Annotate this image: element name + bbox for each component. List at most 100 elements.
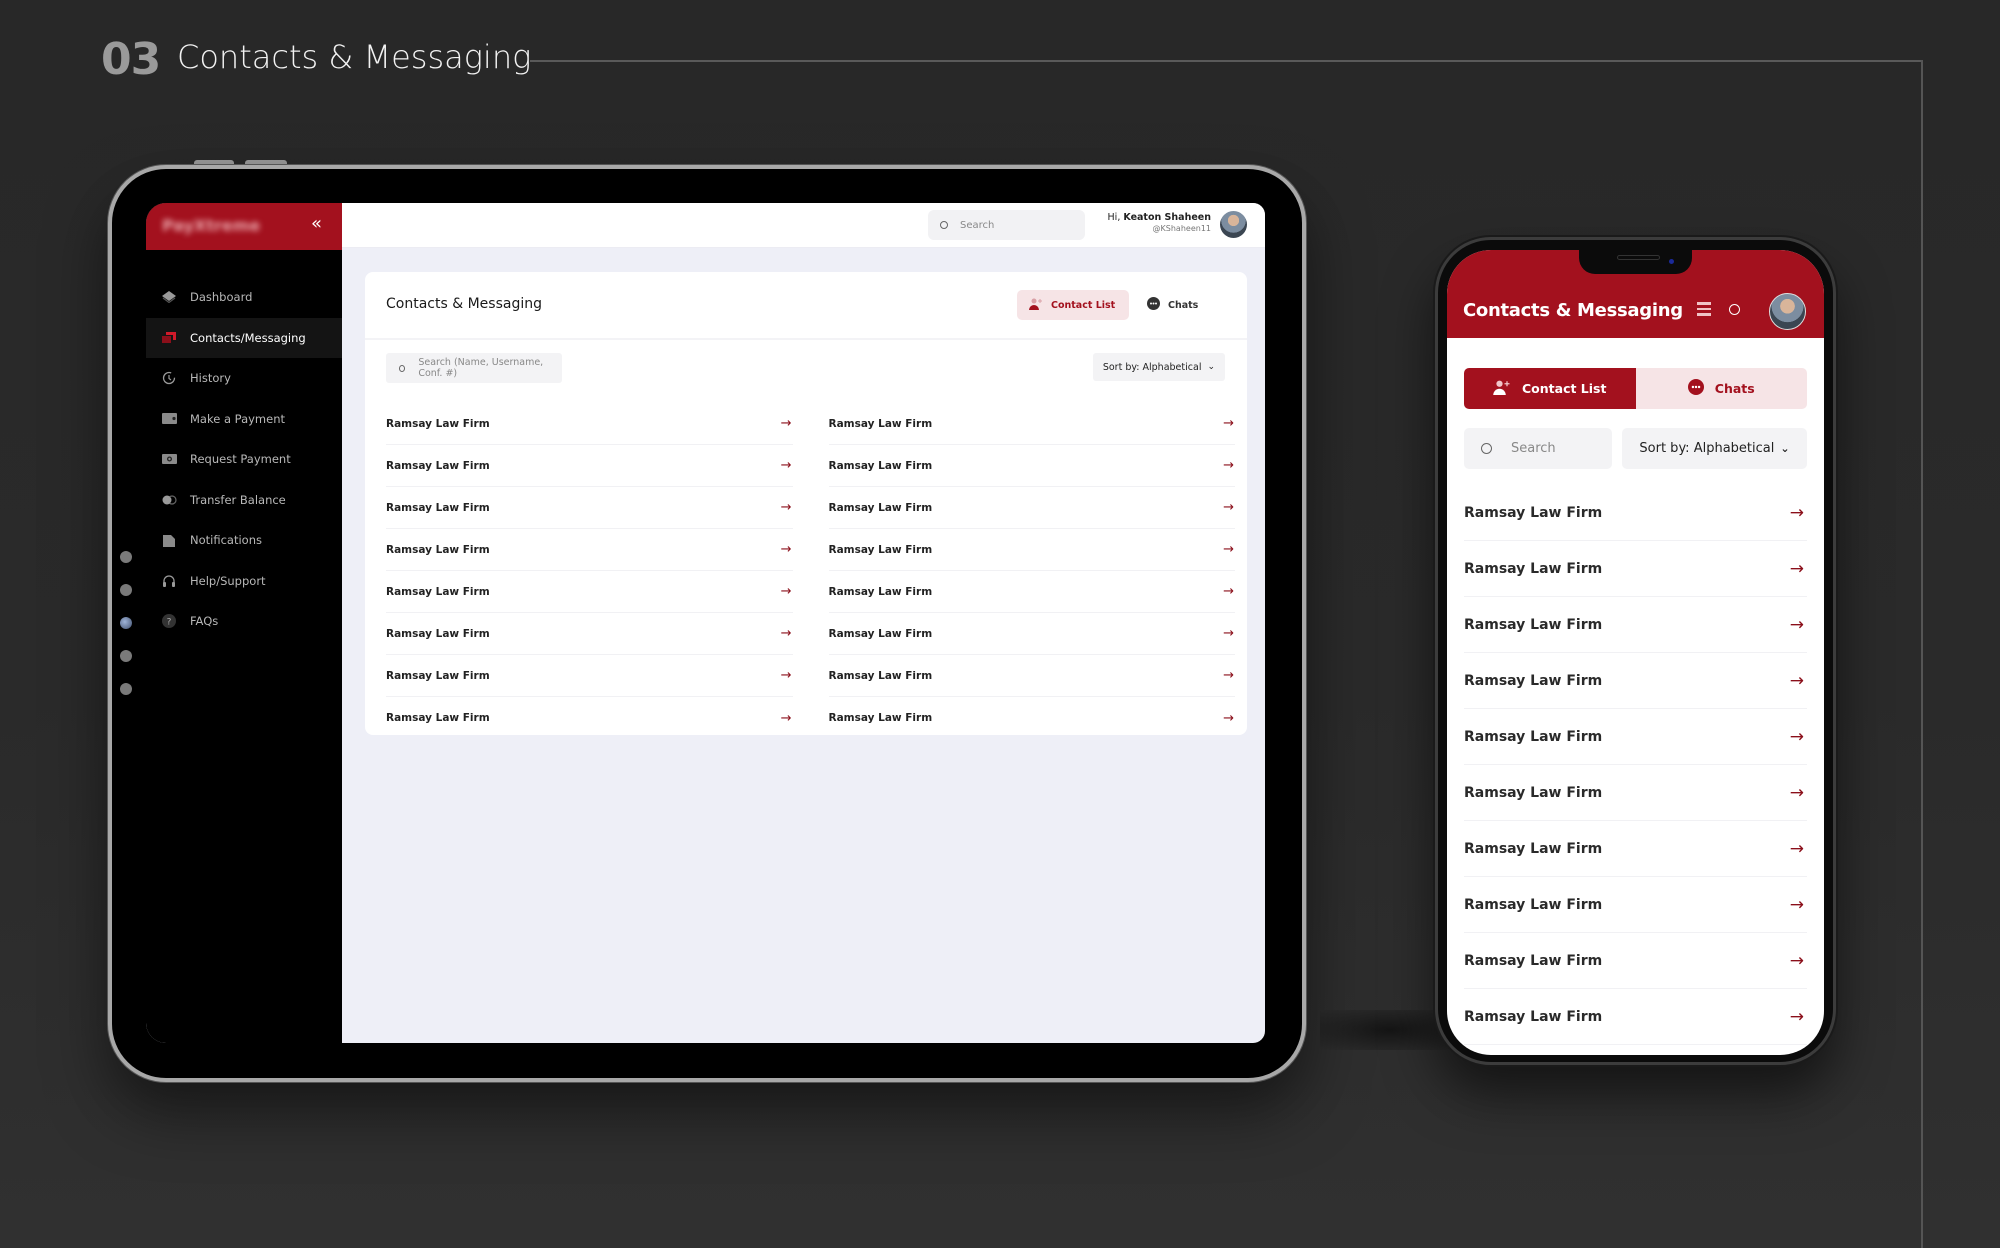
contact-row[interactable]: Ramsay Law Firm → bbox=[386, 529, 793, 571]
menu-icon[interactable] bbox=[1697, 302, 1711, 319]
sidebar-item-dashboard[interactable]: Dashboard bbox=[146, 277, 342, 318]
user-handle: @KShaheen11 bbox=[1152, 224, 1211, 233]
sidebar-item-request-payment[interactable]: Request Payment bbox=[146, 439, 342, 480]
contact-row[interactable]: Ramsay Law Firm → bbox=[1464, 821, 1807, 877]
sidebar-item-label: Notifications bbox=[190, 533, 262, 548]
contact-row[interactable]: Ramsay Law Firm → bbox=[828, 445, 1235, 487]
speaker-icon bbox=[1617, 255, 1660, 260]
arrow-right-icon[interactable]: → bbox=[781, 668, 792, 683]
contact-row[interactable]: Ramsay Law Firm → bbox=[1464, 653, 1807, 709]
arrow-right-icon[interactable]: → bbox=[1223, 584, 1234, 599]
arrow-right-icon[interactable]: → bbox=[1790, 559, 1804, 579]
contact-row[interactable]: Ramsay Law Firm → bbox=[1464, 933, 1807, 989]
page-title: Contacts & Messaging bbox=[386, 296, 542, 312]
arrow-right-icon[interactable]: → bbox=[1790, 671, 1804, 691]
arrow-right-icon[interactable]: → bbox=[1790, 503, 1804, 523]
contact-row[interactable]: Ramsay Law Firm → bbox=[1464, 485, 1807, 541]
contact-row[interactable]: Ramsay Law Firm → bbox=[1464, 989, 1807, 1045]
arrow-right-icon[interactable]: → bbox=[1790, 783, 1804, 803]
sort-dropdown[interactable]: Sort by: Alphabetical ⌄ bbox=[1622, 428, 1807, 469]
contact-name: Ramsay Law Firm bbox=[386, 712, 490, 724]
contact-row[interactable]: Ramsay Law Firm → bbox=[1464, 709, 1807, 765]
arrow-right-icon[interactable]: → bbox=[1790, 951, 1804, 971]
arrow-right-icon[interactable]: → bbox=[1790, 1007, 1804, 1027]
arrow-right-icon[interactable]: → bbox=[1790, 727, 1804, 747]
arrow-right-icon[interactable]: → bbox=[1223, 500, 1234, 515]
arrow-right-icon[interactable]: → bbox=[781, 711, 792, 726]
contact-row[interactable]: Ramsay Law Firm → bbox=[828, 613, 1235, 655]
contact-row[interactable]: Ramsay Law Firm → bbox=[828, 529, 1235, 571]
arrow-right-icon[interactable]: → bbox=[1223, 668, 1234, 683]
contact-name: Ramsay Law Firm bbox=[386, 501, 490, 514]
search-placeholder: Search bbox=[1511, 441, 1556, 456]
arrow-right-icon[interactable]: → bbox=[1223, 711, 1234, 726]
arrow-right-icon[interactable]: → bbox=[1223, 626, 1234, 641]
arrow-right-icon[interactable]: → bbox=[781, 458, 792, 473]
contact-row[interactable]: Ramsay Law Firm → bbox=[1464, 541, 1807, 597]
contact-row[interactable]: Ramsay Law Firm → bbox=[829, 697, 1236, 739]
sensor-dot bbox=[120, 650, 132, 662]
arrow-right-icon[interactable]: → bbox=[1790, 895, 1804, 915]
arrow-right-icon[interactable]: → bbox=[781, 584, 792, 599]
camera-lens-icon bbox=[120, 617, 132, 629]
layers-icon bbox=[160, 290, 178, 304]
avatar[interactable] bbox=[1769, 293, 1806, 330]
tab-chats[interactable]: Chats bbox=[1635, 368, 1807, 409]
contact-name: Ramsay Law Firm bbox=[828, 501, 933, 514]
contact-row[interactable]: Ramsay Law Firm → bbox=[386, 613, 793, 655]
contact-row[interactable]: Ramsay Law Firm → bbox=[1464, 597, 1807, 653]
top-bar: Search Hi, Keaton Shaheen @KShaheen11 bbox=[342, 203, 1265, 248]
contact-row[interactable]: Ramsay Law Firm → bbox=[386, 445, 793, 487]
sidebar-item-contacts-messaging[interactable]: Contacts/Messaging bbox=[146, 317, 342, 358]
search-icon bbox=[940, 221, 948, 229]
tab-chats[interactable]: Chats bbox=[1135, 290, 1210, 320]
arrow-right-icon[interactable]: → bbox=[1790, 839, 1804, 859]
arrow-right-icon[interactable]: → bbox=[781, 416, 792, 431]
arrow-right-icon[interactable]: → bbox=[781, 626, 792, 641]
arrow-right-icon[interactable]: → bbox=[1790, 615, 1804, 635]
tab-contact-list[interactable]: Contact List bbox=[1017, 290, 1129, 320]
contact-search-input[interactable]: Search (Name, Username, Conf. #) bbox=[386, 353, 562, 383]
sidebar-item-transfer-balance[interactable]: Transfer Balance bbox=[146, 480, 342, 521]
contact-row[interactable]: Ramsay Law Firm → bbox=[828, 571, 1235, 613]
contact-row[interactable]: Ramsay Law Firm → bbox=[386, 697, 793, 739]
contact-row[interactable]: Ramsay Law Firm → bbox=[386, 571, 793, 613]
contact-row[interactable]: Ramsay Law Firm → bbox=[386, 487, 793, 529]
contact-row[interactable]: Ramsay Law Firm → bbox=[828, 403, 1235, 445]
global-search-input[interactable]: Search bbox=[928, 210, 1085, 240]
user-info[interactable]: Hi, Keaton Shaheen @KShaheen11 bbox=[1108, 212, 1211, 234]
contact-name: Ramsay Law Firm bbox=[828, 417, 933, 430]
contact-row[interactable]: Ramsay Law Firm → bbox=[386, 655, 793, 697]
contact-row[interactable]: Ramsay Law Firm → bbox=[1464, 765, 1807, 821]
collapse-sidebar-icon[interactable]: « bbox=[311, 213, 322, 234]
arrow-right-icon[interactable]: → bbox=[1223, 416, 1234, 431]
sort-dropdown[interactable]: Sort by: Alphabetical ⌄ bbox=[1092, 353, 1225, 381]
phone-search-input[interactable]: Search bbox=[1464, 428, 1612, 469]
contact-name: Ramsay Law Firm bbox=[828, 627, 933, 640]
sidebar-item-label: Make a Payment bbox=[190, 411, 285, 426]
sidebar-item-faqs[interactable]: ? FAQs bbox=[146, 601, 342, 642]
arrow-right-icon[interactable]: → bbox=[1223, 458, 1234, 473]
search-icon[interactable] bbox=[1729, 304, 1740, 315]
wallet-icon bbox=[160, 412, 178, 426]
contact-row[interactable]: Ramsay Law Firm → bbox=[386, 403, 793, 445]
contact-row[interactable]: Ramsay Law Firm → bbox=[1464, 877, 1807, 933]
sidebar-item-notifications[interactable]: Notifications bbox=[146, 520, 342, 561]
search-placeholder: Search bbox=[960, 219, 995, 231]
contact-row[interactable]: Ramsay Law Firm → bbox=[828, 487, 1235, 529]
contact-name: Ramsay Law Firm bbox=[1464, 896, 1603, 913]
tab-contact-list[interactable]: Contact List bbox=[1464, 368, 1636, 409]
sidebar-item-help-support[interactable]: Help/Support bbox=[146, 561, 342, 602]
phone-header: Contacts & Messaging bbox=[1447, 250, 1824, 338]
arrow-right-icon[interactable]: → bbox=[781, 500, 792, 515]
contact-row[interactable]: Ramsay Law Firm → bbox=[828, 655, 1235, 697]
contact-name: Ramsay Law Firm bbox=[1464, 728, 1603, 745]
question-icon: ? bbox=[160, 614, 178, 629]
sensor-dot bbox=[120, 584, 132, 596]
sidebar-item-history[interactable]: History bbox=[146, 358, 342, 399]
arrow-right-icon[interactable]: → bbox=[781, 542, 792, 557]
phone-screen: Contacts & Messaging Contact List Chats … bbox=[1447, 250, 1824, 1055]
avatar[interactable] bbox=[1220, 211, 1247, 238]
sidebar-item-make-payment[interactable]: Make a Payment bbox=[146, 399, 342, 440]
arrow-right-icon[interactable]: → bbox=[1223, 542, 1234, 557]
